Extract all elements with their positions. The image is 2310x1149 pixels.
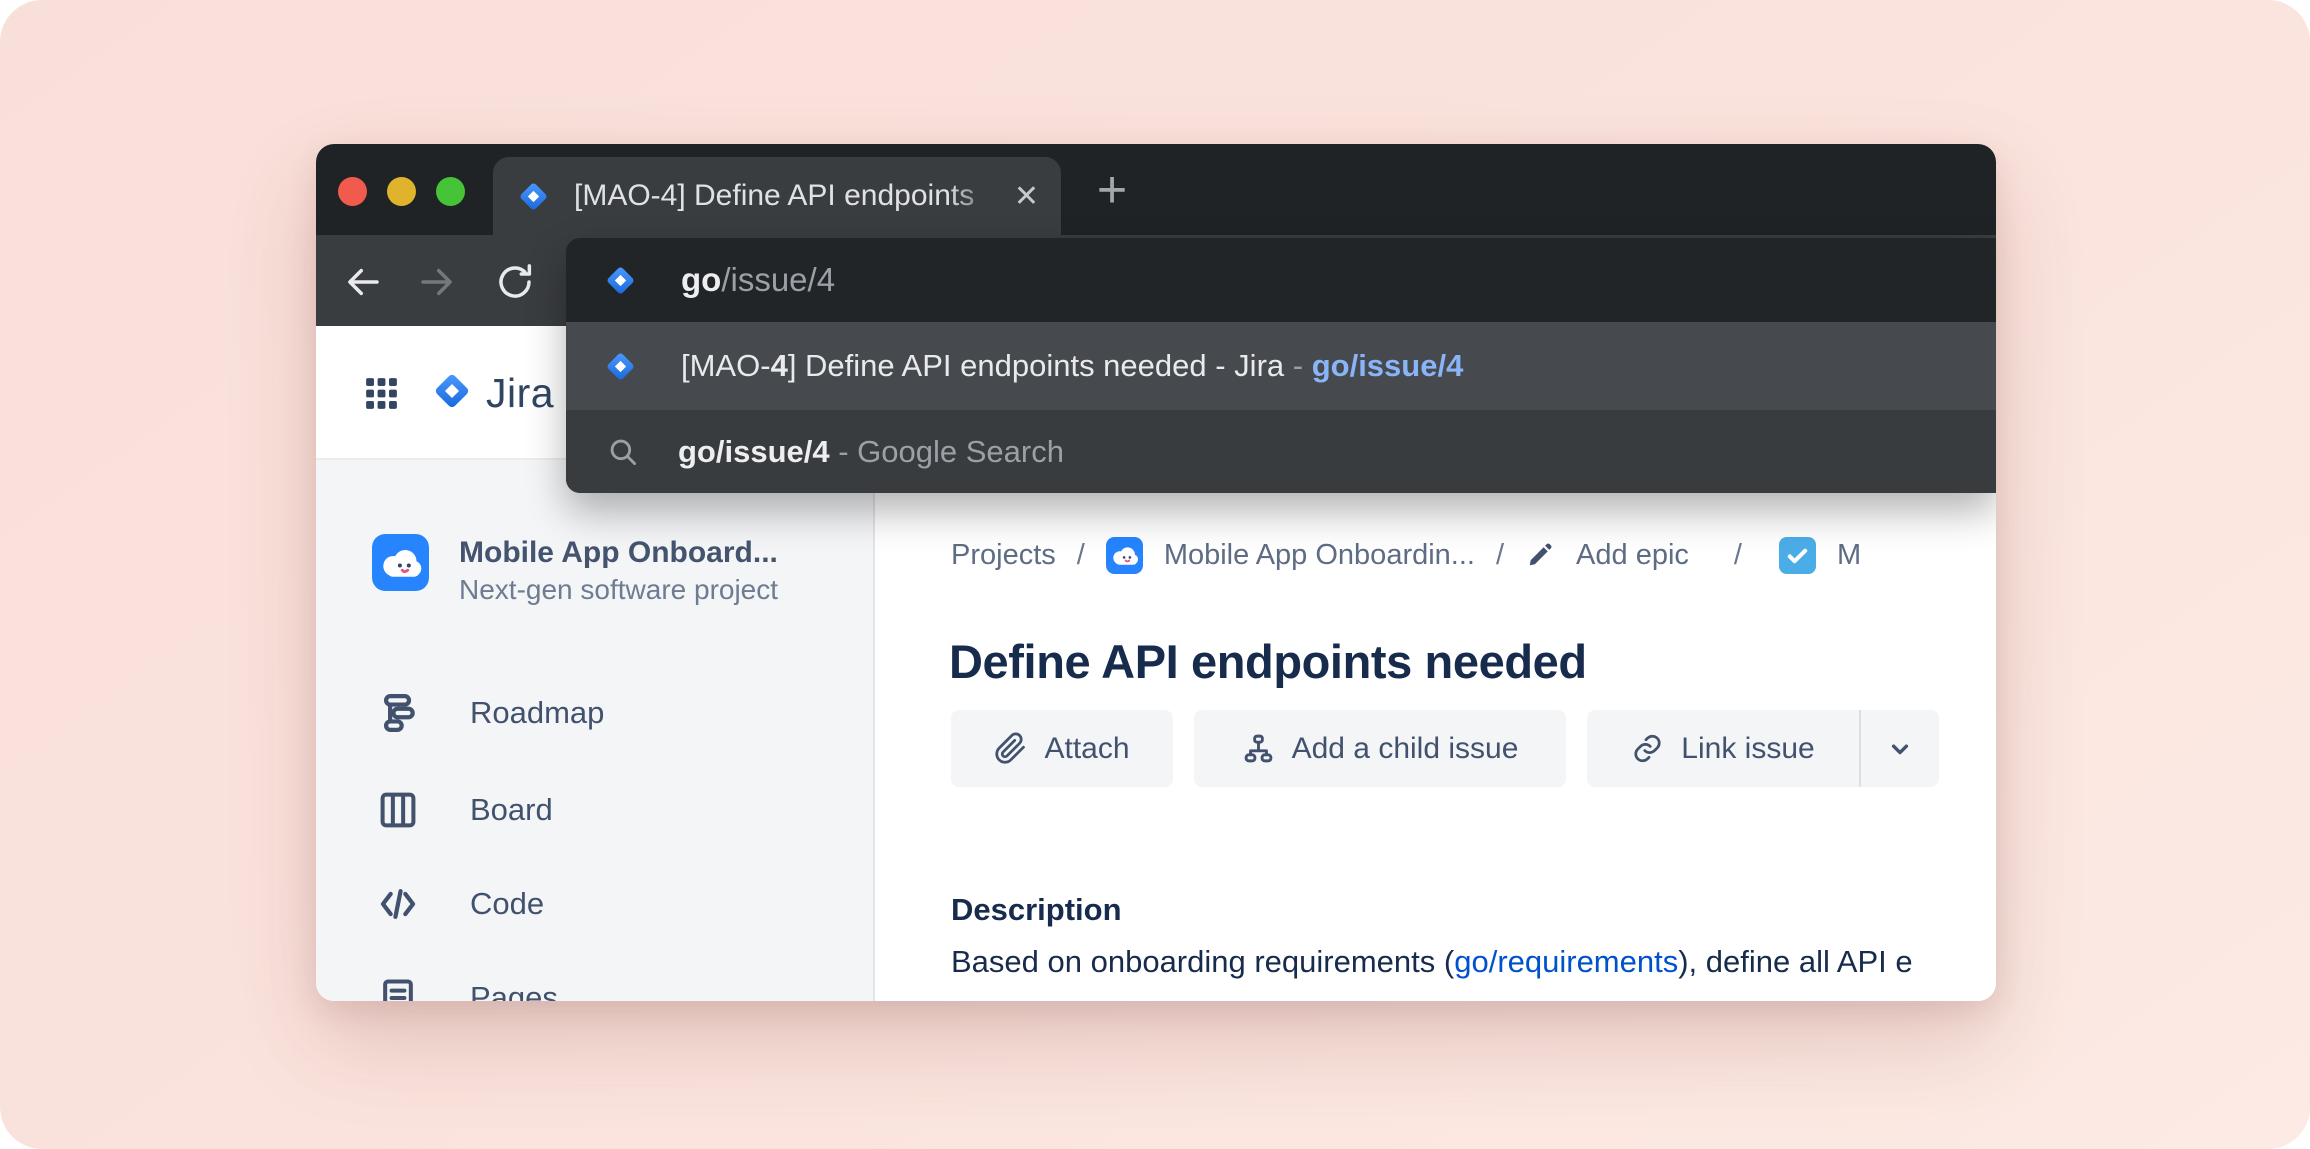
project-avatar-cloud-icon: [372, 534, 429, 591]
issue-main-panel: Projects / Mobile App Onboardin... / Add…: [877, 458, 1996, 1001]
suggestion-text: go/issue/4 - Google Search: [678, 434, 1064, 470]
app-switcher-grid-icon[interactable]: [361, 373, 402, 414]
sidebar-item-roadmap[interactable]: Roadmap: [316, 665, 875, 761]
breadcrumb-projects[interactable]: Projects: [951, 539, 1056, 572]
description-heading: Description: [951, 892, 1122, 927]
add-child-issue-label: Add a child issue: [1291, 731, 1519, 765]
issue-action-bar: Attach Add a child issue Link issue: [951, 710, 1939, 787]
breadcrumb-add-epic[interactable]: Add epic: [1576, 539, 1689, 572]
project-sidebar: Mobile App Onboard... Next-gen software …: [316, 458, 875, 1001]
search-query: go/issue/4: [678, 433, 830, 469]
jira-favicon: [606, 351, 635, 381]
more-actions-button[interactable]: [1859, 710, 1939, 787]
tab-close-icon[interactable]: ✕: [1014, 179, 1039, 214]
description-link[interactable]: go/requirements: [1454, 944, 1678, 979]
close-window-button[interactable]: [338, 177, 367, 206]
attach-label: Attach: [1044, 731, 1130, 765]
project-name: Mobile App Onboard...: [459, 536, 778, 569]
child-issues-icon: [1244, 734, 1272, 763]
suggestion-rest: ] Define API endpoints needed - Jira: [787, 348, 1285, 383]
sidebar-item-code[interactable]: Code: [316, 856, 875, 952]
breadcrumb-separator: /: [1495, 538, 1505, 571]
roadmap-icon: [383, 694, 415, 732]
sidebar-item-label: Code: [470, 886, 545, 921]
suggestion-match: 4: [770, 348, 788, 383]
project-meta: Mobile App Onboard... Next-gen software …: [459, 534, 778, 608]
task-check-icon: [1778, 536, 1816, 574]
breadcrumb-issue-key[interactable]: M: [1837, 539, 1861, 572]
omnibox-typed-text: go: [681, 261, 722, 298]
search-engine-label: Google Search: [857, 433, 1064, 469]
suggestion-dash: -: [1284, 348, 1312, 383]
link-icon: [1634, 734, 1661, 763]
jira-favicon: [606, 265, 635, 295]
breadcrumb-separator: /: [1076, 538, 1085, 571]
sidebar-item-label: Pages: [470, 980, 558, 1001]
jira-logo-wordmark[interactable]: Jira: [486, 370, 554, 417]
breadcrumb-separator: /: [1733, 538, 1742, 571]
sidebar-item-label: Board: [470, 792, 553, 827]
minimize-window-button[interactable]: [387, 177, 416, 206]
suggestion-row-jira-issue[interactable]: [MAO-4] Define API endpoints needed - Ji…: [566, 322, 1996, 410]
new-tab-button[interactable]: +: [1084, 161, 1140, 219]
chevron-down-icon: [1891, 743, 1909, 754]
project-avatar-cloud-icon: [1105, 536, 1143, 574]
project-header[interactable]: Mobile App Onboard... Next-gen software …: [372, 534, 778, 608]
omnibox-input-row[interactable]: go/issue/4: [566, 238, 1996, 322]
link-issue-button[interactable]: Link issue: [1587, 710, 1859, 787]
omnibox-text[interactable]: go/issue/4: [681, 261, 835, 299]
reload-icon[interactable]: [494, 261, 536, 303]
board-icon: [380, 792, 416, 828]
breadcrumb-project[interactable]: Mobile App Onboardin...: [1164, 539, 1475, 572]
sidebar-item-pages[interactable]: Pages: [316, 950, 875, 1001]
zoom-window-button[interactable]: [436, 177, 465, 206]
suggestion-text: [MAO-4] Define API endpoints needed - Ji…: [681, 348, 1463, 384]
browser-titlebar: [MAO-4] Define API endpoints ✕ +: [316, 144, 1996, 235]
suggestion-shortlink: go/issue/4: [1311, 348, 1464, 383]
browser-tab[interactable]: [MAO-4] Define API endpoints ✕: [493, 157, 1061, 235]
paperclip-icon: [995, 732, 1026, 764]
pencil-icon: [1529, 543, 1552, 566]
omnibox-dropdown: go/issue/4 [MAO-4] Define API endpoints …: [566, 238, 1996, 493]
search-icon: [610, 439, 637, 465]
pages-icon: [383, 979, 413, 1001]
project-subtitle: Next-gen software project: [459, 574, 779, 605]
link-issue-button-group: Link issue: [1587, 710, 1939, 787]
suggestion-prefix: [MAO-: [681, 348, 771, 383]
description-body: Based on onboarding requirements (go/req…: [951, 944, 1913, 980]
traffic-lights: [338, 177, 465, 206]
link-issue-label: Link issue: [1681, 731, 1815, 765]
forward-icon[interactable]: [416, 261, 458, 303]
attach-button[interactable]: Attach: [951, 710, 1173, 787]
code-icon: [380, 889, 416, 919]
jira-logo-icon[interactable]: [429, 368, 475, 414]
back-icon[interactable]: [342, 261, 384, 303]
screenshot-stage: [MAO-4] Define API endpoints ✕ + Jira Mo…: [0, 0, 2310, 1149]
description-text: ), define all API e: [1678, 944, 1913, 979]
description-text: Based on onboarding requirements (: [951, 944, 1455, 979]
sidebar-item-board[interactable]: Board: [316, 762, 875, 858]
breadcrumb: Projects / Mobile App Onboardin... / Add…: [951, 534, 1861, 576]
browser-window: [MAO-4] Define API endpoints ✕ + Jira Mo…: [316, 144, 1996, 1001]
issue-title[interactable]: Define API endpoints needed: [949, 634, 1587, 689]
suggestion-dash: -: [829, 433, 858, 469]
sidebar-item-label: Roadmap: [470, 695, 605, 730]
jira-favicon: [519, 181, 548, 211]
add-child-issue-button[interactable]: Add a child issue: [1194, 710, 1566, 787]
tab-title: [MAO-4] Define API endpoints: [574, 179, 1000, 213]
suggestion-row-google-search[interactable]: go/issue/4 - Google Search: [566, 410, 1996, 493]
omnibox-autocomplete-text: /issue/4: [721, 261, 836, 298]
